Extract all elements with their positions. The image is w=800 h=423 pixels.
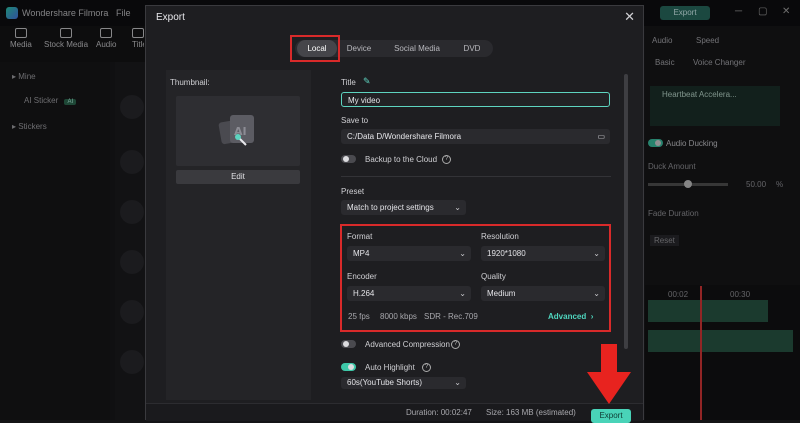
export-button[interactable]: Export — [591, 409, 631, 423]
backup-cloud-toggle[interactable] — [341, 155, 356, 163]
bitrate-value: 8000 kbps — [380, 312, 417, 321]
duration-label: Duration: 00:02:47 — [406, 408, 472, 417]
dialog-title: Export — [156, 12, 185, 23]
encoder-select[interactable]: H.264 ⌄ — [347, 286, 471, 301]
title-label: Title — [341, 78, 356, 87]
format-select[interactable]: MP4 ⌄ — [347, 246, 471, 261]
preset-select[interactable]: Match to project settings ⌄ — [341, 200, 466, 215]
size-value: 163 MB (estimated) — [506, 408, 576, 417]
quality-select[interactable]: Medium ⌄ — [481, 286, 605, 301]
size-label: Size: 163 MB (estimated) — [486, 408, 576, 417]
format-label: Format — [347, 232, 373, 241]
resolution-label: Resolution — [481, 232, 519, 241]
save-to-label: Save to — [341, 116, 369, 125]
fps-value: 25 fps — [348, 312, 370, 321]
ai-thumbnail-icon: AI — [218, 115, 254, 146]
color-space-value: SDR - Rec.709 — [424, 312, 478, 321]
divider — [341, 176, 611, 177]
auto-highlight-toggle[interactable] — [341, 363, 356, 371]
tab-dvd[interactable]: DVD — [455, 40, 489, 57]
auto-highlight-label: Auto Highlight — [365, 363, 415, 372]
chevron-down-icon: ⌄ — [459, 289, 466, 298]
edit-thumbnail-button[interactable]: Edit — [176, 170, 300, 184]
backup-cloud-label: Backup to the Cloud — [365, 155, 438, 164]
dialog-scrollbar[interactable] — [624, 74, 628, 349]
help-icon[interactable]: ? — [451, 340, 460, 349]
tab-social-media[interactable]: Social Media — [381, 40, 453, 57]
export-dialog: Export ✕ Local Device Social Media DVD T… — [145, 5, 644, 423]
duration-value: 00:02:47 — [440, 408, 472, 417]
chevron-down-icon: ⌄ — [459, 249, 466, 258]
tab-device[interactable]: Device — [341, 40, 377, 57]
preset-label: Preset — [341, 187, 365, 196]
auto-highlight-select[interactable]: 60s(YouTube Shorts) ⌄ — [341, 377, 466, 389]
thumbnail-label: Thumbnail: — [170, 78, 210, 87]
help-icon[interactable]: ? — [442, 155, 451, 164]
chevron-down-icon: ⌄ — [454, 203, 461, 212]
quality-label: Quality — [481, 272, 506, 281]
encoder-label: Encoder — [347, 272, 377, 281]
red-arrow-annotation — [587, 344, 631, 404]
chevron-down-icon: ⌄ — [454, 378, 461, 387]
chevron-right-icon: › — [590, 312, 594, 321]
advanced-link[interactable]: Advanced › — [548, 312, 593, 321]
local-tab-highlight — [290, 35, 340, 62]
save-to-input[interactable]: C:/Data D/Wondershare Filmora ▭ — [341, 129, 610, 144]
folder-icon[interactable]: ▭ — [597, 129, 605, 144]
close-icon[interactable]: ✕ — [624, 9, 635, 25]
chevron-down-icon: ⌄ — [593, 289, 600, 298]
advanced-compression-label: Advanced Compression — [365, 340, 450, 349]
advanced-compression-toggle[interactable] — [341, 340, 356, 348]
chevron-down-icon: ⌄ — [593, 249, 600, 258]
title-input[interactable]: My video — [341, 92, 610, 107]
resolution-select[interactable]: 1920*1080 ⌄ — [481, 246, 605, 261]
help-icon[interactable]: ? — [422, 363, 431, 372]
ai-title-icon[interactable]: ✎ — [363, 76, 371, 87]
